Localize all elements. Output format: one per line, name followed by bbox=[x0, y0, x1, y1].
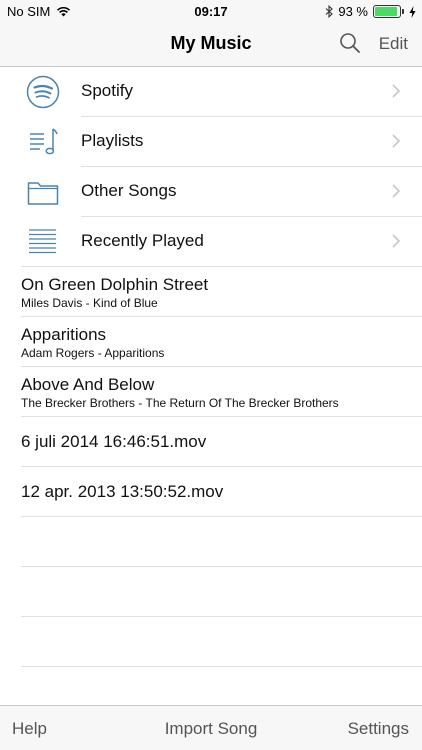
category-row-spotify[interactable]: Spotify bbox=[0, 67, 422, 117]
category-row-recently-played[interactable]: Recently Played bbox=[0, 217, 422, 267]
empty-row bbox=[0, 617, 422, 667]
navigation-bar: My Music Edit bbox=[0, 24, 422, 67]
charging-icon bbox=[409, 5, 416, 18]
battery-percent: 93 % bbox=[338, 4, 368, 19]
bottom-toolbar: Help Import Song Settings bbox=[0, 705, 422, 750]
help-button[interactable]: Help bbox=[12, 719, 47, 739]
empty-row bbox=[0, 567, 422, 617]
song-subtitle: Miles Davis - Kind of Blue bbox=[21, 296, 158, 310]
edit-button[interactable]: Edit bbox=[379, 34, 408, 54]
song-subtitle: Adam Rogers - Apparitions bbox=[21, 346, 165, 360]
category-label: Playlists bbox=[81, 131, 144, 150]
battery-level bbox=[375, 7, 398, 16]
status-bar: No SIM 09:17 93 % bbox=[0, 0, 422, 24]
category-row-other-songs[interactable]: Other Songs bbox=[0, 167, 422, 217]
music-list: Spotify Playlists Other Songs Recently P… bbox=[0, 67, 422, 667]
song-row[interactable]: 12 apr. 2013 13:50:52.mov bbox=[0, 467, 422, 517]
category-label: Other Songs bbox=[81, 181, 177, 200]
song-row[interactable]: On Green Dolphin Street Miles Davis - Ki… bbox=[0, 267, 422, 317]
status-right: 93 % bbox=[325, 4, 416, 19]
separator bbox=[21, 666, 422, 667]
song-title: 12 apr. 2013 13:50:52.mov bbox=[21, 482, 224, 501]
chevron-right-icon bbox=[392, 84, 400, 98]
category-label: Spotify bbox=[81, 81, 133, 100]
bluetooth-icon bbox=[325, 5, 334, 18]
playlist-icon bbox=[30, 128, 58, 155]
import-song-button[interactable]: Import Song bbox=[165, 719, 258, 738]
song-title: Above And Below bbox=[21, 375, 155, 394]
settings-button[interactable]: Settings bbox=[348, 719, 409, 739]
song-row[interactable]: Apparitions Adam Rogers - Apparitions bbox=[0, 317, 422, 367]
chevron-right-icon bbox=[392, 134, 400, 148]
song-title: On Green Dolphin Street bbox=[21, 275, 209, 294]
chevron-right-icon bbox=[392, 234, 400, 248]
search-icon[interactable] bbox=[338, 31, 362, 55]
song-title: Apparitions bbox=[21, 325, 107, 344]
battery-icon bbox=[373, 5, 404, 18]
song-title: 6 juli 2014 16:46:51.mov bbox=[21, 432, 207, 451]
chevron-right-icon bbox=[392, 184, 400, 198]
category-label: Recently Played bbox=[81, 231, 204, 250]
folder-icon bbox=[27, 182, 59, 205]
category-row-playlists[interactable]: Playlists bbox=[0, 117, 422, 167]
song-row[interactable]: Above And Below The Brecker Brothers - T… bbox=[0, 367, 422, 417]
spotify-icon bbox=[26, 75, 60, 109]
list-icon bbox=[29, 229, 56, 254]
song-row[interactable]: 6 juli 2014 16:46:51.mov bbox=[0, 417, 422, 467]
empty-row bbox=[0, 517, 422, 567]
song-subtitle: The Brecker Brothers - The Return Of The… bbox=[21, 396, 339, 410]
